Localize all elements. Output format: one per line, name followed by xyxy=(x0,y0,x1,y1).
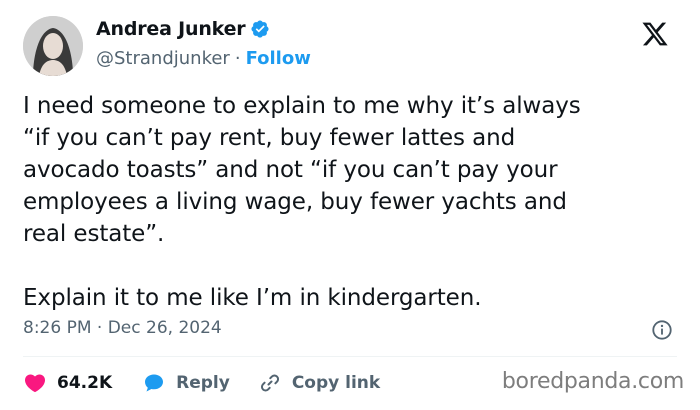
like-count: 64.2K xyxy=(57,373,113,393)
tweet-paragraph: I need someone to explain to me why it’s… xyxy=(23,93,581,247)
author-name-row: Andrea Junker xyxy=(96,18,270,40)
reply-bubble-icon xyxy=(145,374,164,392)
tweet-timestamp[interactable]: 8:26 PM · Dec 26, 2024 xyxy=(23,318,222,338)
handle-row: @Strandjunker · Follow xyxy=(96,48,311,69)
action-bar: 64.2K Reply Copy link xyxy=(23,370,380,396)
info-icon[interactable] xyxy=(651,319,673,341)
verified-badge-icon xyxy=(251,20,269,38)
tweet-text: I need someone to explain to me why it’s… xyxy=(23,90,673,314)
like-button[interactable]: 64.2K xyxy=(23,371,112,395)
heart-icon xyxy=(24,374,46,393)
display-name[interactable]: Andrea Junker xyxy=(96,18,246,40)
handle[interactable]: @Strandjunker xyxy=(96,48,230,69)
follow-button[interactable]: Follow xyxy=(246,48,311,69)
divider xyxy=(23,356,677,357)
reply-button[interactable]: Reply xyxy=(142,371,230,395)
separator-dot: · xyxy=(234,48,241,69)
link-icon xyxy=(260,374,279,392)
copy-link-label: Copy link xyxy=(291,373,381,393)
tweet-paragraph: Explain it to me like I’m in kindergarte… xyxy=(23,285,482,311)
reply-label: Reply xyxy=(176,373,230,393)
watermark: boredpanda.com xyxy=(501,369,684,394)
avatar[interactable] xyxy=(23,16,83,76)
x-logo-icon[interactable] xyxy=(641,20,669,48)
copy-link-button[interactable]: Copy link xyxy=(258,371,380,395)
avatar-image xyxy=(23,16,83,76)
